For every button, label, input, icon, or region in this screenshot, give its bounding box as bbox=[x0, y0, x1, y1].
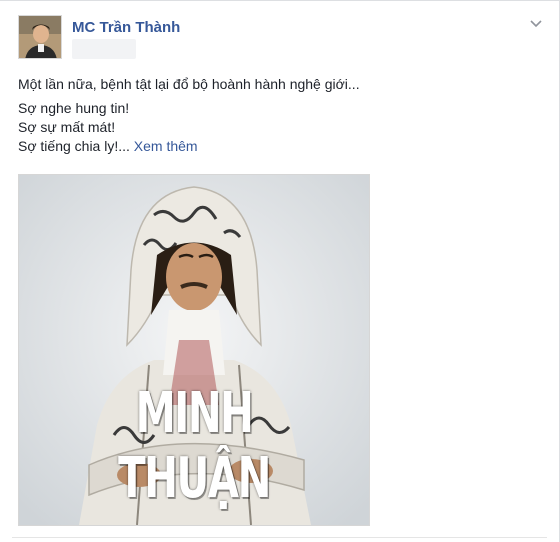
post-text: Một lần nữa, bệnh tật lại đổ bộ hoành hà… bbox=[18, 75, 538, 156]
post-divider bbox=[12, 537, 547, 538]
author-name-link[interactable]: MC Trần Thành bbox=[72, 19, 180, 36]
avatar-photo bbox=[19, 16, 61, 58]
chevron-down-icon[interactable] bbox=[528, 17, 544, 31]
post-meta-placeholder bbox=[72, 39, 136, 59]
post-line: Sợ sự mất mát! bbox=[18, 119, 116, 135]
author-avatar[interactable] bbox=[18, 15, 62, 59]
post-header: MC Trần Thành bbox=[18, 15, 548, 65]
post-photo[interactable]: MINH THUẬN bbox=[18, 174, 370, 526]
post-line: Một lần nữa, bệnh tật lại đổ bộ hoành hà… bbox=[18, 76, 360, 92]
post-line: Sợ nghe hung tin! bbox=[18, 100, 130, 116]
feed-post: MC Trần Thành Một lần nữa, bệnh tật lại … bbox=[0, 0, 560, 542]
post-line-last: Sợ tiếng chia ly!... Xem thêm bbox=[18, 137, 538, 156]
photo-caption: MINH THUẬN bbox=[118, 381, 271, 511]
see-more-link[interactable]: Xem thêm bbox=[134, 138, 198, 154]
post-line-text: Sợ tiếng chia ly!... bbox=[18, 138, 130, 154]
